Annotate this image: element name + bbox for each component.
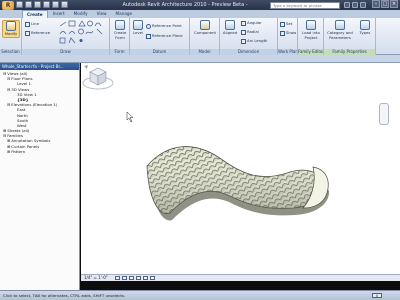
load-into-project-button[interactable]: Load into Project [299, 20, 323, 40]
customize-icon[interactable] [61, 1, 68, 8]
view-scale[interactable]: 1/4" = 1'-0" [84, 275, 108, 281]
visual-style-icon[interactable] [122, 276, 127, 280]
redo-icon[interactable] [43, 1, 50, 8]
maximize-button[interactable]: □ [381, 0, 389, 8]
drawing-area[interactable]: 1/4" = 1'-0" [81, 63, 400, 281]
reference-plane-button[interactable]: Reference Plane [146, 33, 183, 39]
reference-point-icon [146, 23, 151, 29]
aligned-dimension-icon [225, 20, 235, 30]
collapse-icon[interactable]: ⊟ [3, 133, 6, 138]
title-bar: R Autodesk Revit Architecture 2010 - Pre… [0, 0, 400, 10]
help-icon[interactable] [360, 1, 366, 8]
shadows-icon[interactable] [129, 276, 134, 280]
tab-manage[interactable]: Manage [112, 10, 137, 18]
radial-icon [241, 29, 246, 35]
component-button[interactable]: Component [192, 20, 218, 36]
measure-icon[interactable] [52, 1, 59, 8]
show-crop-icon[interactable] [143, 276, 148, 280]
radial-button[interactable]: Radial [241, 29, 259, 35]
application-menu-button[interactable]: R [2, 1, 14, 10]
panel-family-properties: Category and Parameters Types Family Pro… [324, 18, 376, 55]
create-form-button[interactable]: Create Form [111, 20, 129, 40]
status-bar: Click to select, TAB for alternates, CTR… [0, 290, 400, 300]
panel-datum: Level Reference Point Reference Plane Da… [130, 18, 190, 55]
ribbon-tabs: Create Insert Modify View Manage [0, 10, 400, 18]
view-control-bar: 1/4" = 1'-0" [81, 274, 400, 281]
project-browser-title: Whale_Starter.rfa - Project Br... [0, 63, 79, 70]
home-icon [84, 65, 88, 69]
arc-length-icon [241, 38, 246, 44]
detail-level-icon[interactable] [115, 276, 120, 280]
subscription-icon[interactable] [352, 1, 358, 8]
component-icon [200, 20, 210, 30]
3d-model-view[interactable] [81, 63, 400, 281]
load-into-project-icon [306, 20, 316, 30]
undo-icon[interactable] [34, 1, 41, 8]
modify-button[interactable]: Modify [2, 20, 20, 38]
open-icon[interactable] [16, 1, 23, 8]
viewcube-icon[interactable] [81, 63, 115, 93]
line-button[interactable]: Line [25, 21, 39, 27]
aligned-button[interactable]: Aligned [221, 20, 239, 36]
show-icon [280, 30, 285, 36]
collapse-icon[interactable]: ⊟ [7, 102, 10, 107]
save-icon[interactable] [25, 1, 32, 8]
category-icon [335, 20, 345, 30]
close-button[interactable]: × [390, 0, 398, 8]
minimize-button[interactable]: – [372, 0, 380, 8]
panel-form: Create Form Form [110, 18, 130, 55]
options-bar [0, 55, 400, 63]
reference-plane-icon [146, 33, 151, 39]
temporary-hide-icon[interactable] [150, 276, 155, 280]
panel-family-editor: Load into Project Family Editor [298, 18, 324, 55]
category-parameters-button[interactable]: Category and Parameters [325, 20, 355, 40]
status-text: Click to select, TAB for alternates, CTR… [3, 293, 126, 298]
search-icon[interactable] [344, 1, 350, 8]
panel-work-plane: Set Show Work Plane [278, 18, 298, 55]
reference-button[interactable]: Reference [25, 30, 50, 36]
tab-modify[interactable]: Modify [70, 10, 92, 18]
expand-icon[interactable]: ⊞ [7, 138, 10, 143]
ribbon: Modify Selection Line Reference Draw Cre… [0, 18, 400, 55]
types-button[interactable]: Types [356, 20, 374, 36]
collapse-icon[interactable]: ⊟ [7, 76, 10, 81]
set-icon [280, 21, 285, 27]
mouse-cursor [126, 111, 134, 123]
types-icon [360, 20, 370, 30]
crop-view-icon[interactable] [136, 276, 141, 280]
panel-draw: Line Reference Draw [22, 18, 110, 55]
angular-icon [241, 20, 246, 26]
tree-item-label: Pattern [11, 148, 26, 154]
collapse-icon[interactable]: ⊟ [7, 87, 10, 92]
reference-point-button[interactable]: Reference Point [146, 23, 182, 29]
expand-icon[interactable]: ⊞ [7, 144, 10, 149]
project-browser: Whale_Starter.rfa - Project Br... ⊟Views… [0, 63, 80, 290]
panel-dimension: Aligned Angular Radial Arc Length Dimens… [220, 18, 278, 55]
draw-tools-icon[interactable] [58, 20, 106, 46]
tab-create[interactable]: Create [22, 10, 48, 18]
browser-tree: ⊟Views (all) ⊟Floor Plans Level 1 ⊟3D Views… [0, 70, 79, 154]
arc-length-button[interactable]: Arc Length [241, 38, 267, 44]
reference-icon [25, 30, 30, 36]
level-button[interactable]: Level [131, 20, 145, 36]
tab-view[interactable]: View [93, 10, 111, 18]
search-input[interactable]: Type a keyword or phrase [270, 1, 340, 9]
collapse-icon[interactable]: ⊟ [3, 71, 6, 76]
create-form-icon [115, 20, 125, 30]
tab-insert[interactable]: Insert [49, 10, 69, 18]
window-title: Autodesk Revit Architecture 2010 - Previ… [122, 2, 248, 8]
angular-button[interactable]: Angular [241, 20, 262, 26]
cursor-icon [6, 21, 16, 31]
navigation-bar[interactable] [379, 103, 389, 125]
filter-count[interactable]: 0 [372, 293, 382, 298]
panel-selection: Modify Selection [0, 18, 22, 55]
expand-icon[interactable]: ⊞ [7, 149, 10, 154]
tree-item[interactable]: ⊞Pattern [3, 149, 79, 154]
set-button[interactable]: Set [280, 21, 292, 27]
line-icon [25, 21, 30, 27]
level-icon [133, 20, 143, 30]
show-button[interactable]: Show [280, 30, 296, 36]
panel-model: Component Model [190, 18, 220, 55]
quick-access-toolbar [16, 1, 68, 9]
